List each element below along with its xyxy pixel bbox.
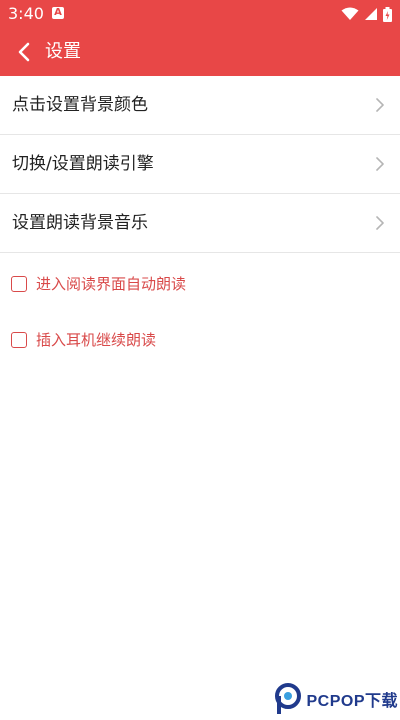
- signal-icon: [365, 8, 377, 20]
- chevron-right-icon: [376, 98, 384, 112]
- option-headphone-continue[interactable]: 插入耳机继续朗读: [0, 308, 400, 364]
- battery-icon: [383, 6, 392, 22]
- watermark-text: PCPOP下载: [306, 693, 398, 710]
- chevron-right-icon: [376, 157, 384, 171]
- option-auto-read[interactable]: 进入阅读界面自动朗读: [0, 252, 400, 308]
- menu-item-label: 设置朗读背景音乐: [12, 213, 148, 233]
- menu-item-background-music[interactable]: 设置朗读背景音乐: [0, 194, 400, 253]
- status-icons: [341, 6, 392, 22]
- app-bar: 设置: [0, 28, 400, 76]
- notification-app-letter: A: [54, 7, 62, 18]
- pcpop-logo-icon: [275, 683, 302, 714]
- notification-app-icon: A: [52, 7, 64, 19]
- page-title: 设置: [45, 41, 81, 62]
- status-time: 3:40: [8, 4, 44, 23]
- reading-options: 进入阅读界面自动朗读 插入耳机继续朗读: [0, 252, 400, 364]
- watermark: PCPOP下载: [274, 682, 398, 716]
- option-label: 插入耳机继续朗读: [36, 331, 157, 349]
- headphone-continue-checkbox[interactable]: [11, 332, 27, 348]
- auto-read-checkbox[interactable]: [11, 276, 27, 292]
- menu-item-label: 切换/设置朗读引擎: [12, 154, 154, 174]
- wifi-icon: [341, 7, 359, 20]
- menu-item-background-color[interactable]: 点击设置背景颜色: [0, 76, 400, 135]
- back-button[interactable]: [8, 36, 40, 68]
- menu-item-tts-engine[interactable]: 切换/设置朗读引擎: [0, 135, 400, 194]
- settings-menu-list: 点击设置背景颜色 切换/设置朗读引擎 设置朗读背景音乐: [0, 76, 400, 253]
- back-arrow-icon: [18, 42, 30, 62]
- menu-item-label: 点击设置背景颜色: [12, 95, 148, 115]
- status-bar: 3:40 A: [0, 0, 400, 28]
- chevron-right-icon: [376, 216, 384, 230]
- option-label: 进入阅读界面自动朗读: [36, 275, 187, 293]
